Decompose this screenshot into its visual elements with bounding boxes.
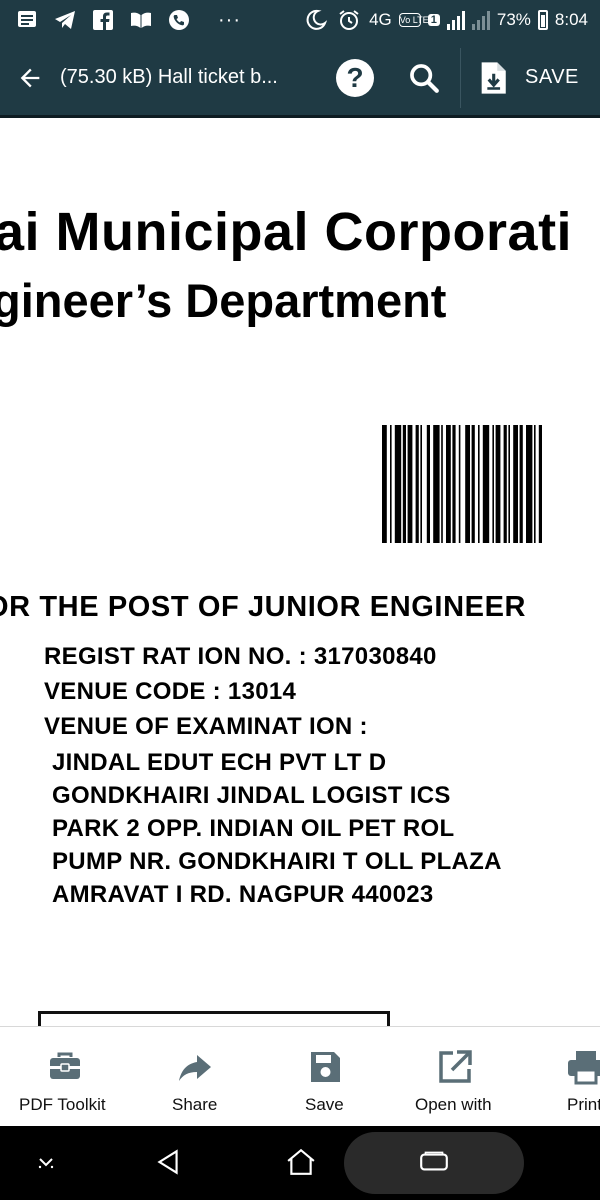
- app-bar-divider: [460, 47, 461, 108]
- search-icon: [410, 63, 439, 93]
- app-bar: (75.30 kB) Hall ticket b... ? SAVE: [0, 40, 600, 118]
- candidate-info-block: REGIST RAT ION NO. : 317030840 VENUE COD…: [44, 639, 502, 911]
- status-notification-icons: ···: [14, 8, 241, 32]
- system-navigation-bar: [0, 1126, 600, 1200]
- open-with-button[interactable]: Open with: [400, 1027, 515, 1127]
- registration-number-line: REGIST RAT ION NO. : 317030840: [44, 643, 437, 670]
- status-bar: ··· 4G Vo LTE 1 73% 8:04: [0, 0, 600, 40]
- barcode-bar: [471, 425, 475, 543]
- barcode-bar: [508, 425, 510, 543]
- save-file-button[interactable]: [475, 58, 511, 98]
- bottom-toolbar: PDF Toolkit Share Save Open with Print: [0, 1026, 600, 1126]
- print-button[interactable]: Print: [540, 1027, 600, 1127]
- barcode-bar: [441, 425, 443, 543]
- venue-heading-line: VENUE OF EXAMINAT ION :: [44, 713, 368, 740]
- barcode-bar: [519, 425, 523, 543]
- save-copy-button[interactable]: Save: [270, 1027, 380, 1127]
- clock-time: 8:04: [554, 10, 588, 29]
- open-external-icon: [439, 1050, 472, 1083]
- barcode-bar: [390, 425, 392, 543]
- hide-keyboard-icon: [38, 1158, 54, 1169]
- save-button[interactable]: SAVE: [525, 66, 579, 89]
- barcode-bar: [415, 425, 419, 543]
- venue-address-line: JINDAL EDUT ECH PVT LT D: [52, 749, 387, 776]
- pdf-document-view[interactable]: ai Municipal Corporati gineer’s Departme…: [0, 121, 600, 1026]
- toolbar-item-label: Open with: [415, 1095, 492, 1114]
- help-button[interactable]: ?: [336, 58, 374, 97]
- toolbar-item-label: PDF Toolkit: [19, 1095, 106, 1114]
- nav-home-button[interactable]: [279, 1142, 323, 1182]
- signal-strength-icon: [446, 10, 465, 30]
- venue-address-line: PARK 2 OPP. INDIAN OIL PET ROL: [52, 815, 455, 842]
- sim-slot-badge: 1: [427, 14, 440, 26]
- document-title: (75.30 kB) Hall ticket b...: [60, 66, 278, 88]
- barcode-bar: [402, 425, 406, 543]
- document-heading-department: gineer’s Department: [0, 274, 447, 327]
- home-icon: [287, 1148, 315, 1175]
- venue-address-line: PUMP NR. GONDKHAIRI T OLL PLAZA: [52, 848, 502, 875]
- back-triangle-icon: [157, 1149, 178, 1175]
- message-notification-icon: [14, 8, 40, 32]
- barcode-bar: [534, 425, 536, 543]
- barcode-bar: [426, 425, 430, 543]
- volte-badge: Vo LTE: [398, 13, 429, 27]
- toolbar-item-label: Print: [567, 1095, 600, 1114]
- post-title-line: OR THE POST OF JUNIOR ENGINEER: [0, 591, 527, 623]
- back-button[interactable]: [0, 39, 60, 117]
- night-mode-icon: [303, 8, 329, 32]
- printer-icon: [568, 1051, 600, 1085]
- nav-recents-button[interactable]: [412, 1142, 456, 1182]
- facebook-icon: [90, 8, 116, 32]
- barcode-bar: [513, 425, 518, 543]
- barcode-bar: [538, 425, 542, 543]
- venue-address: JINDAL EDUT ECH PVT LT D GONDKHAIRI JIND…: [52, 746, 502, 911]
- pdf-toolkit-button[interactable]: PDF Toolkit: [0, 1027, 130, 1127]
- barcode-bar: [446, 425, 451, 543]
- toolbar-item-label: Share: [172, 1095, 218, 1114]
- status-system-icons: 4G Vo LTE 1 73% 8:04: [303, 8, 588, 32]
- barcode-bar: [495, 425, 501, 543]
- toolkit-icon: [50, 1052, 80, 1079]
- barcode-bar: [407, 425, 413, 543]
- barcode-bar: [465, 425, 470, 543]
- barcode-bar: [394, 425, 402, 543]
- signal-no-service-icon: [471, 10, 490, 30]
- venue-address-line: GONDKHAIRI JINDAL LOGIST ICS: [52, 782, 451, 809]
- viber-phone-icon: [166, 8, 192, 32]
- alarm-clock-icon: [336, 8, 362, 32]
- telegram-icon: [52, 8, 78, 32]
- hide-keyboard-button[interactable]: [26, 1142, 66, 1182]
- file-download-icon: [481, 61, 506, 94]
- barcode-image: [382, 425, 542, 543]
- search-button[interactable]: [404, 58, 444, 98]
- document-box-outline: [38, 1011, 390, 1026]
- barcode-bar: [478, 425, 480, 543]
- barcode-bar: [526, 425, 533, 543]
- barcode-bar: [452, 425, 456, 543]
- nav-back-button[interactable]: [148, 1142, 188, 1182]
- battery-icon: [537, 10, 548, 30]
- document-heading-corporation: ai Municipal Corporati: [0, 202, 573, 262]
- floppy-disk-icon: [311, 1052, 340, 1082]
- barcode-bar: [458, 425, 461, 543]
- recents-icon: [420, 1151, 448, 1171]
- venue-code-line: VENUE CODE : 13014: [44, 678, 297, 705]
- toolbar-item-label: Save: [305, 1095, 344, 1114]
- arrow-left-icon: [20, 68, 40, 87]
- barcode-bar: [492, 425, 494, 543]
- share-button[interactable]: Share: [140, 1027, 250, 1127]
- barcode-bar: [503, 425, 507, 543]
- share-arrow-icon: [179, 1055, 211, 1081]
- barcode-bar: [482, 425, 490, 543]
- barcode-bar: [382, 425, 387, 543]
- barcode-bar: [433, 425, 440, 543]
- battery-percent: 73%: [496, 10, 531, 29]
- barcode-bar: [420, 425, 422, 543]
- more-notifications-icon: ···: [218, 8, 241, 31]
- book-reader-icon: [128, 8, 154, 32]
- network-type-label: 4G: [369, 10, 392, 29]
- venue-address-line: AMRAVAT I RD. NAGPUR 440023: [52, 881, 434, 908]
